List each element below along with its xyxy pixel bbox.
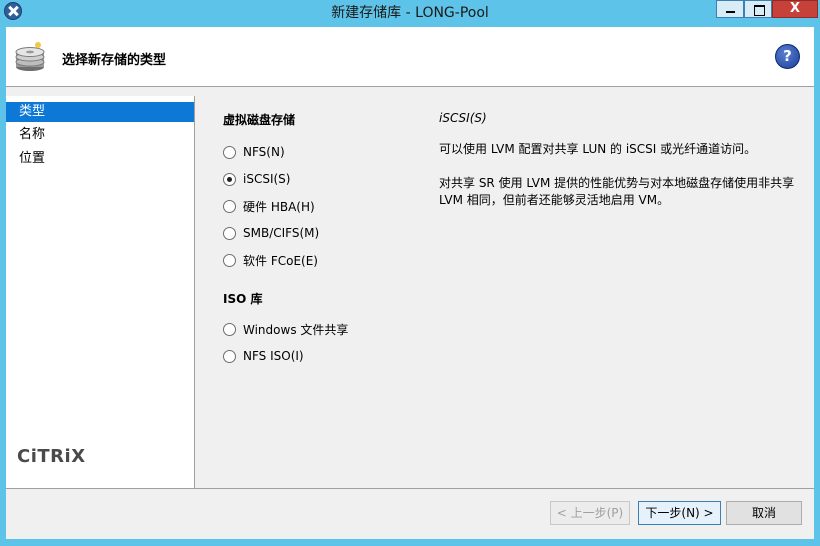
radio-label: 硬件 HBA(H) — [243, 199, 315, 214]
radio-smb-cifs[interactable]: SMB/CIFS(M) — [223, 224, 319, 242]
vdisk-section-title: 虚拟磁盘存储 — [223, 113, 296, 127]
previous-button[interactable]: < 上一步(P) — [550, 501, 630, 525]
radio-nfs[interactable]: NFS(N) — [223, 143, 285, 161]
radio-hba[interactable]: 硬件 HBA(H) — [223, 197, 315, 215]
wizard-content: 虚拟磁盘存储 NFS(N) iSCSI(S) 硬件 HBA(H) SMB/CIF… — [196, 96, 814, 488]
radio-label: iSCSI(S) — [243, 172, 291, 186]
nav-item-location[interactable]: 位置 — [6, 148, 194, 172]
description-title: iSCSI(S) — [439, 111, 487, 125]
description-paragraph-1: 可以使用 LVM 配置对共享 LUN 的 iSCSI 或光纤通道访问。 — [439, 142, 757, 156]
radio-label: NFS(N) — [243, 145, 285, 159]
radio-button[interactable] — [223, 322, 236, 336]
close-button[interactable]: X — [772, 0, 818, 18]
next-button[interactable]: 下一步(N) > — [638, 501, 721, 525]
window-title: 新建存储库 - LONG-Pool — [331, 5, 489, 21]
nav-item-name[interactable]: 名称 — [6, 124, 194, 148]
radio-button-checked[interactable] — [223, 172, 236, 186]
radio-iscsi[interactable]: iSCSI(S) — [223, 170, 290, 188]
description-paragraph-2: 对共享 SR 使用 LVM 提供的性能优势与对本地磁盘存储使用非共享 LVM 相… — [439, 176, 795, 207]
radio-button[interactable] — [223, 253, 236, 267]
wizard-footer: < 上一步(P) 下一步(N) > 取消 — [6, 488, 814, 539]
radio-label: NFS ISO(I) — [243, 349, 304, 363]
citrix-logo: CiTRiX — [17, 446, 86, 467]
radio-button[interactable] — [223, 349, 236, 363]
radio-label: Windows 文件共享 — [243, 322, 349, 337]
help-icon[interactable]: ? — [775, 44, 800, 69]
radio-button[interactable] — [223, 199, 236, 213]
radio-nfs-iso[interactable]: NFS ISO(I) — [223, 347, 304, 365]
wizard-window: 选择新存储的类型 ? 类型 名称 位置 CiTRiX 虚拟磁盘存储 NFS(N)… — [6, 27, 814, 539]
radio-button[interactable] — [223, 145, 236, 159]
radio-label: SMB/CIFS(M) — [243, 226, 320, 240]
radio-fcoe[interactable]: 软件 FCoE(E) — [223, 251, 318, 269]
title-bar: 新建存储库 - LONG-Pool X — [0, 0, 820, 22]
wizard-header: 选择新存储的类型 ? — [6, 27, 814, 87]
cancel-button[interactable]: 取消 — [726, 501, 802, 525]
storage-disk-icon — [15, 42, 45, 71]
iso-section-title: ISO 库 — [223, 292, 263, 306]
minimize-button[interactable] — [716, 0, 744, 18]
wizard-nav: 类型 名称 位置 CiTRiX — [6, 96, 195, 488]
nav-item-type[interactable]: 类型 — [6, 102, 194, 122]
maximize-button[interactable] — [744, 0, 772, 18]
radio-button[interactable] — [223, 226, 236, 240]
radio-label: 软件 FCoE(E) — [243, 253, 318, 268]
radio-windows-share[interactable]: Windows 文件共享 — [223, 320, 348, 338]
page-title: 选择新存储的类型 — [62, 53, 167, 68]
